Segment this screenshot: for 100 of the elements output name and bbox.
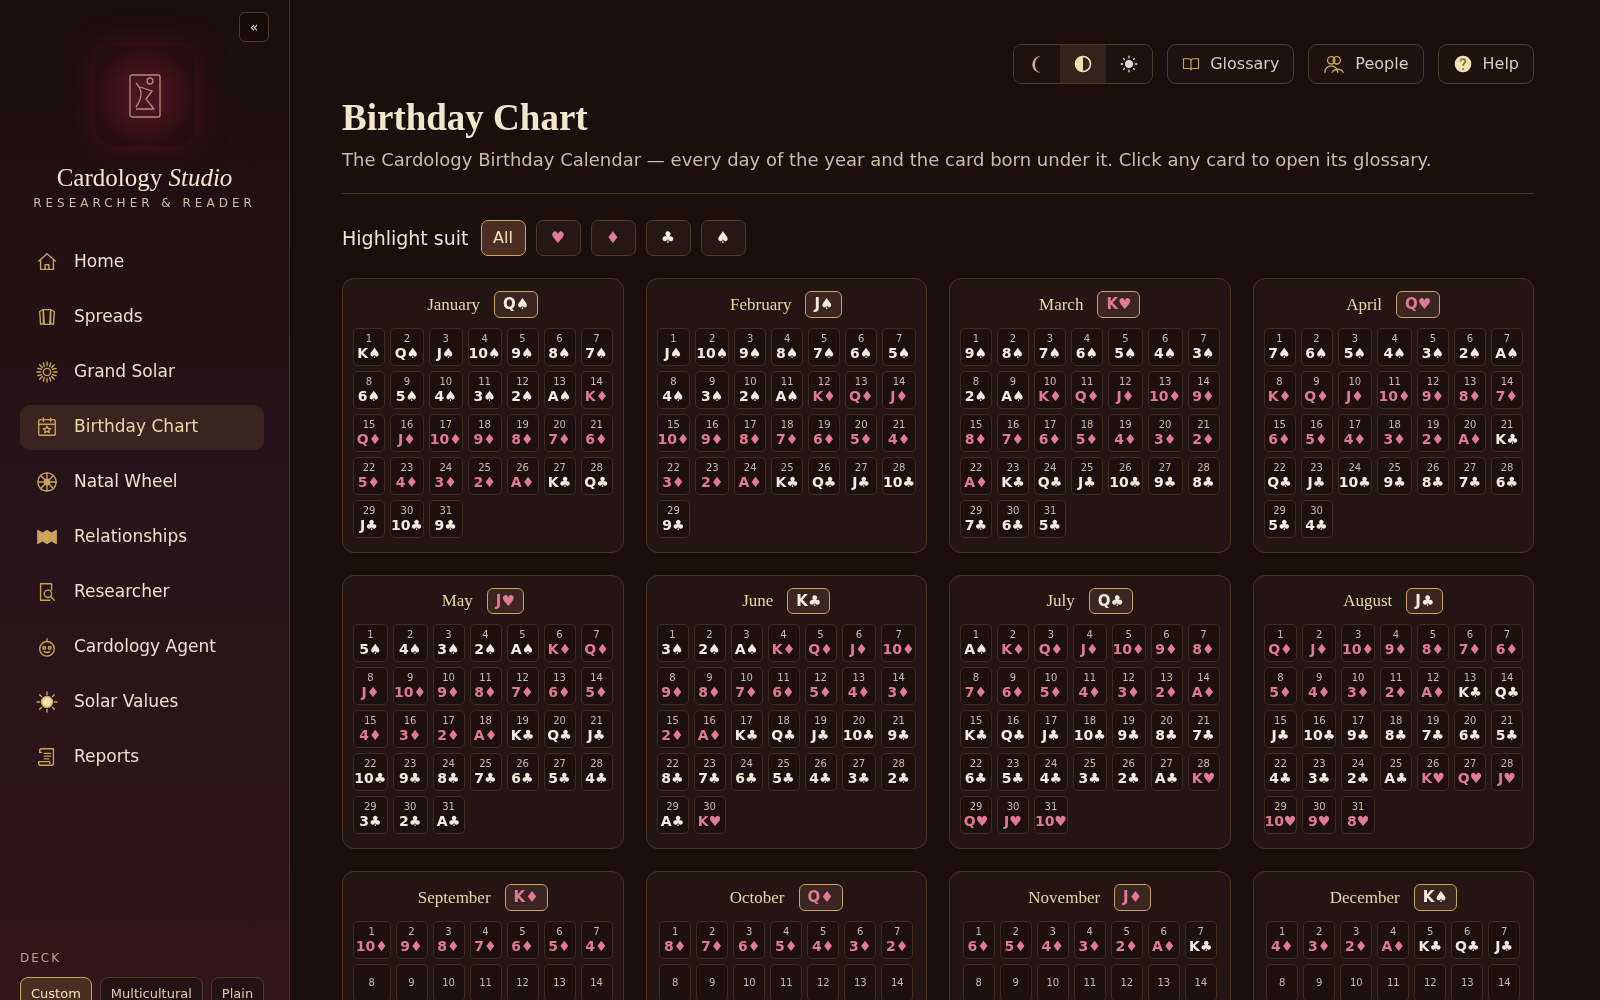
day-cell[interactable]: 28 K♥ [1187, 753, 1220, 792]
day-cell[interactable]: 17 8♦ [734, 413, 767, 452]
day-cell[interactable]: 7 5♠ [882, 327, 916, 366]
day-cell[interactable]: 17 9♣ [1341, 710, 1375, 749]
day-cell[interactable]: 25 K♣ [771, 456, 804, 495]
day-cell[interactable]: 13 [1451, 963, 1484, 1000]
day-cell[interactable]: 12 [506, 963, 539, 1000]
day-cell[interactable]: 2 K♦ [997, 624, 1029, 663]
day-cell[interactable]: 12 3♦ [1111, 667, 1146, 706]
day-cell[interactable]: 4 7♦ [469, 920, 502, 959]
day-cell[interactable]: 18 3♦ [1377, 413, 1412, 452]
day-cell[interactable]: 31 8♥ [1341, 796, 1375, 835]
day-cell[interactable]: 2 6♠ [1300, 327, 1333, 366]
day-cell[interactable]: 21 5♣ [1491, 710, 1523, 749]
day-cell[interactable]: 20 7♦ [543, 413, 576, 452]
day-cell[interactable]: 13 [543, 963, 576, 1000]
toolbar-button[interactable]: People [1308, 44, 1424, 84]
day-cell[interactable]: 20 10♣ [841, 710, 877, 749]
day-cell[interactable]: 4 K♦ [767, 624, 800, 663]
month-card[interactable]: K♣ [787, 587, 831, 615]
day-cell[interactable]: 29 5♣ [1263, 499, 1296, 538]
day-cell[interactable]: 23 9♣ [392, 753, 428, 792]
deck-option[interactable]: Custom [20, 976, 92, 1000]
day-cell[interactable]: 16 5♦ [1300, 413, 1333, 452]
day-cell[interactable]: 5 8♦ [1417, 624, 1449, 663]
day-cell[interactable]: 27 J♣ [845, 456, 878, 495]
day-cell[interactable]: 9 10♦ [392, 667, 428, 706]
day-cell[interactable]: 2 3♦ [1303, 920, 1336, 959]
day-cell[interactable]: 5 2♦ [1110, 920, 1143, 959]
nav-item[interactable]: Home [20, 239, 264, 285]
day-cell[interactable]: 6 9♦ [1150, 624, 1183, 663]
toolbar-button[interactable]: Help [1437, 44, 1534, 84]
suit-filter[interactable]: ♥ [535, 220, 581, 257]
day-cell[interactable]: 13 [844, 963, 877, 1000]
nav-item[interactable]: Cardology Agent [20, 624, 264, 670]
suit-filter[interactable]: All [480, 220, 526, 257]
day-cell[interactable]: 5 7♠ [808, 327, 841, 366]
day-cell[interactable]: 14 K♦ [580, 370, 613, 409]
day-cell[interactable]: 25 A♣ [1380, 753, 1412, 792]
day-cell[interactable]: 13 A♠ [543, 370, 576, 409]
day-cell[interactable]: 12 [1414, 963, 1447, 1000]
day-cell[interactable]: 1 10♦ [353, 920, 391, 959]
day-cell[interactable]: 8 [659, 963, 692, 1000]
day-cell[interactable]: 16 9♦ [695, 413, 730, 452]
month-card[interactable]: J♠ [805, 291, 843, 318]
day-cell[interactable]: 19 K♣ [506, 710, 539, 749]
day-cell[interactable]: 31 9♣ [428, 499, 463, 538]
day-cell[interactable]: 19 8♦ [506, 413, 539, 452]
day-cell[interactable]: 22 10♣ [353, 753, 388, 792]
day-cell[interactable]: 31 A♣ [432, 796, 465, 835]
day-cell[interactable]: 5 10♦ [1111, 624, 1146, 663]
day-cell[interactable]: 15 K♣ [960, 710, 992, 749]
day-cell[interactable]: 6 A♦ [1147, 920, 1180, 959]
day-cell[interactable]: 8 [353, 963, 391, 1000]
day-cell[interactable]: 1 3♠ [656, 624, 689, 663]
day-cell[interactable]: 9 A♠ [997, 370, 1029, 409]
month-card[interactable]: Q♥ [1396, 291, 1441, 318]
day-cell[interactable]: 10 J♦ [1337, 370, 1373, 409]
month-card[interactable]: K♦ [504, 884, 548, 911]
day-cell[interactable]: 3 4♦ [1036, 920, 1069, 959]
day-cell[interactable]: 19 7♣ [1417, 710, 1449, 749]
day-cell[interactable]: 22 4♣ [1263, 753, 1298, 792]
day-cell[interactable]: 14 [580, 963, 613, 1000]
day-cell[interactable]: 26 6♣ [506, 753, 539, 792]
day-cell[interactable]: 16 A♦ [693, 710, 726, 749]
day-cell[interactable]: 28 J♥ [1491, 753, 1523, 792]
day-cell[interactable]: 6 J♦ [841, 624, 877, 663]
day-cell[interactable]: 26 A♦ [506, 456, 539, 495]
day-cell[interactable]: 14 [1488, 963, 1521, 1000]
day-cell[interactable]: 14 9♦ [1187, 370, 1220, 409]
day-cell[interactable]: 20 3♦ [1147, 413, 1183, 452]
day-cell[interactable]: 9 4♦ [1302, 667, 1337, 706]
day-cell[interactable]: 29 A♣ [656, 796, 689, 835]
day-cell[interactable]: 14 [1184, 963, 1217, 1000]
day-cell[interactable]: 7 J♣ [1488, 920, 1521, 959]
day-cell[interactable]: 11 [1073, 963, 1106, 1000]
day-cell[interactable]: 26 10♣ [1108, 456, 1143, 495]
day-cell[interactable]: 1 Q♦ [1263, 624, 1298, 663]
day-cell[interactable]: 7 8♦ [1187, 624, 1220, 663]
day-cell[interactable]: 17 2♦ [432, 710, 465, 749]
day-cell[interactable]: 5 6♦ [506, 920, 539, 959]
day-cell[interactable]: 3 J♠ [428, 327, 463, 366]
day-cell[interactable]: 1 J♠ [656, 327, 691, 366]
day-cell[interactable]: 24 3♦ [428, 456, 463, 495]
day-cell[interactable]: 18 7♦ [771, 413, 804, 452]
day-cell[interactable]: 8 7♦ [960, 667, 992, 706]
day-cell[interactable]: 1 9♠ [960, 327, 992, 366]
day-cell[interactable]: 15 Q♦ [353, 413, 385, 452]
day-cell[interactable]: 10 [432, 963, 465, 1000]
nav-item[interactable]: Natal Wheel [20, 459, 264, 505]
day-cell[interactable]: 12 5♦ [804, 667, 837, 706]
day-cell[interactable]: 20 5♦ [845, 413, 878, 452]
day-cell[interactable]: 19 6♦ [808, 413, 841, 452]
nav-item[interactable]: Spreads [20, 294, 264, 340]
day-cell[interactable]: 13 2♦ [1150, 667, 1183, 706]
day-cell[interactable]: 29 9♣ [656, 499, 691, 538]
day-cell[interactable]: 11 A♠ [771, 370, 804, 409]
day-cell[interactable]: 9 5♠ [390, 370, 424, 409]
day-cell[interactable]: 25 3♣ [1072, 753, 1107, 792]
month-card[interactable]: J♦ [1114, 884, 1152, 911]
